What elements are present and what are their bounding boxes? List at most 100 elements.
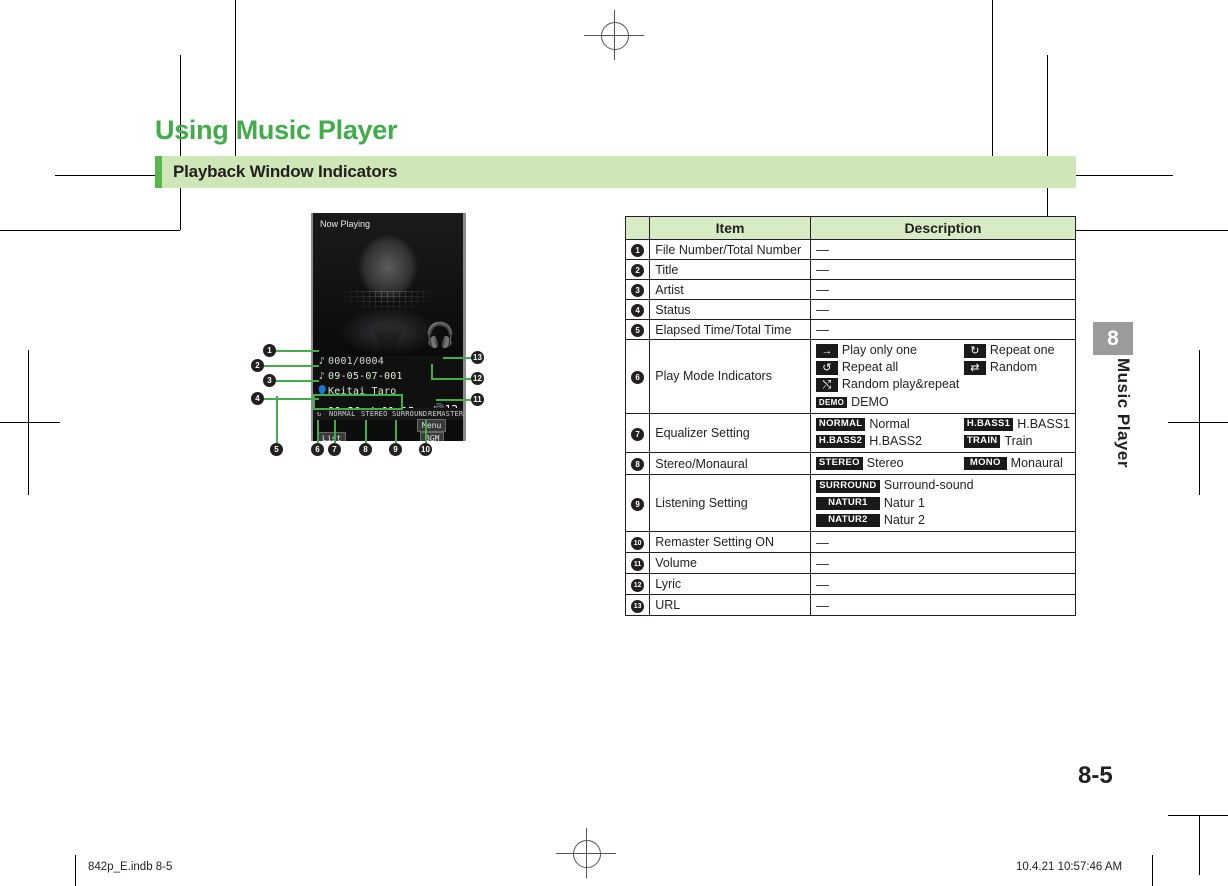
arrow-right-icon: →: [815, 343, 838, 358]
callout-6: 6: [311, 443, 324, 456]
leader-line-9: [395, 420, 397, 443]
section-accent-bar: [155, 156, 162, 188]
callout-2: 2: [251, 359, 264, 372]
row-desc-13: —: [809, 594, 1077, 617]
phone-bezel-right: [463, 213, 466, 441]
row-desc-12: —: [809, 573, 1077, 596]
leader-box-right: [401, 394, 403, 410]
stereo-option: STEREO Stereo: [815, 455, 964, 472]
equalizer-option: NORMAL Normal: [815, 416, 964, 433]
table-row: 12 Lyric —: [624, 573, 1077, 596]
play-mode-option: ↻ Repeat one: [963, 342, 1055, 359]
row-desc-1: —: [809, 239, 1077, 260]
play-mode-label: Random play&repeat: [841, 377, 960, 392]
leader-line-2: [263, 365, 319, 367]
listening-option: NATUR1 Natur 1: [815, 495, 1070, 512]
row-callout-1: 1: [631, 244, 645, 257]
chapter-number-tab: 8: [1093, 322, 1133, 355]
header-item: Item: [649, 216, 811, 240]
softkey-menu[interactable]: Menu: [417, 419, 447, 432]
softkey-bgm[interactable]: BGM: [420, 432, 445, 441]
row-desc-8: STEREO Stereo MONO Monaural: [809, 452, 1077, 476]
crop-mark-tl-v2: [235, 0, 236, 175]
row-callout-13: 13: [631, 600, 645, 614]
crop-mark-br-h: [1168, 815, 1228, 816]
page-number: 8-5: [1078, 762, 1113, 789]
equalizer-label: Train: [1004, 434, 1033, 449]
table-row: 9 Listening Setting SURROUND Surround-sou…: [624, 474, 1077, 533]
status-label-stereo: STEREO: [361, 410, 388, 418]
row-item-13: URL: [649, 594, 811, 617]
crop-mark-br-v: [1199, 815, 1200, 875]
callout-7: 7: [328, 443, 341, 456]
equalizer-badge: H.BASS1: [963, 418, 1014, 431]
listening-label: Natur 2: [883, 513, 925, 528]
table-row: 11 Volume —: [624, 552, 1077, 575]
row-callout-3: 3: [631, 284, 645, 297]
chapter-name-label: Music Player: [1114, 358, 1133, 468]
surround-badge: SURROUND: [815, 479, 880, 493]
table-row: 6 Play Mode Indicators → Play only one ↺ R…: [624, 339, 1077, 414]
row-callout-5: 5: [631, 324, 645, 337]
natur1-badge: NATUR1: [815, 496, 880, 510]
stereo-label: Monaural: [1010, 456, 1063, 471]
equalizer-label: H.BASS1: [1017, 417, 1070, 432]
callout-5: 5: [270, 443, 283, 456]
row-desc-4: —: [809, 299, 1077, 320]
row-callout-8: 8: [631, 458, 645, 472]
equalizer-badge: NORMAL: [815, 418, 866, 431]
footer-file-label: 842p_E.indb 8-5: [88, 861, 173, 873]
stereo-option: MONO Monaural: [963, 455, 1063, 472]
play-mode-label: Play only one: [841, 343, 917, 358]
table-header-row: Item Description: [624, 216, 1077, 240]
crop-mark-tr-v: [1047, 55, 1048, 230]
leader-line-1: [275, 350, 319, 352]
table-row: 7 Equalizer Setting NORMAL Normal H.BASS2…: [624, 412, 1077, 454]
row-item-3: Artist: [649, 279, 811, 300]
repeat-one-icon: ↻: [963, 343, 986, 358]
callout-13: 13: [471, 351, 484, 364]
play-mode-option: ↺ Repeat all: [815, 359, 964, 376]
natur2-badge: NATUR2: [815, 514, 880, 527]
footer-rule-right: [1152, 855, 1153, 886]
row-item-6: Play Mode Indicators: [649, 339, 811, 414]
play-mode-option: ⤭ Random play&repeat: [815, 376, 964, 393]
equalizer-option: TRAIN Train: [963, 433, 1070, 450]
status-label-remaster: REMASTER: [428, 410, 463, 418]
leader-box-left: [313, 394, 315, 410]
stereo-label: Stereo: [866, 456, 904, 471]
callout-9: 9: [389, 443, 402, 456]
row-desc-9: SURROUND Surround-sound NATUR1 Natur 1 NAT…: [809, 474, 1077, 533]
crop-mark-tl-h: [0, 230, 180, 231]
row-callout-2: 2: [631, 264, 645, 277]
row-item-5: Elapsed Time/Total Time: [649, 319, 811, 340]
callout-11: 11: [471, 393, 484, 406]
track-title-value: 09-05-07-001: [328, 371, 403, 382]
status-label-surround: SURROUND: [392, 410, 428, 418]
play-mode-label: Repeat all: [841, 360, 899, 375]
softkey-list[interactable]: List: [317, 432, 347, 441]
row-desc-7: NORMAL Normal H.BASS2 H.BASS2 H.BASS1 H.BAS…: [809, 412, 1077, 454]
headphone-icon: 🎧: [425, 321, 455, 349]
leader-line-10: [425, 420, 427, 443]
row-callout-7: 7: [631, 427, 645, 441]
equalizer-label: H.BASS2: [869, 434, 922, 449]
row-item-4: Status: [649, 299, 811, 320]
callout-1: 1: [263, 344, 276, 357]
play-mode-label: Random: [989, 360, 1038, 375]
play-mode-option: → Play only one: [815, 342, 964, 359]
callout-10: 10: [419, 443, 432, 456]
row-callout-6: 6: [631, 370, 645, 384]
table-row: 13 URL —: [624, 594, 1077, 617]
listening-label: Surround-sound: [883, 478, 974, 493]
row-desc-11: —: [809, 552, 1077, 575]
registration-mark-top: [584, 10, 644, 60]
row-callout-4: 4: [631, 304, 645, 317]
row-desc-6: → Play only one ↺ Repeat all ⤭ Random play&…: [809, 339, 1077, 414]
random-repeat-icon: ⤭: [815, 378, 838, 393]
equalizer-option: H.BASS2 H.BASS2: [815, 433, 964, 450]
equalizer-badge: TRAIN: [963, 435, 1001, 449]
leader-box-top: [313, 394, 403, 396]
repeat-all-icon: ↻: [317, 410, 322, 418]
listening-label: Natur 1: [883, 495, 925, 510]
